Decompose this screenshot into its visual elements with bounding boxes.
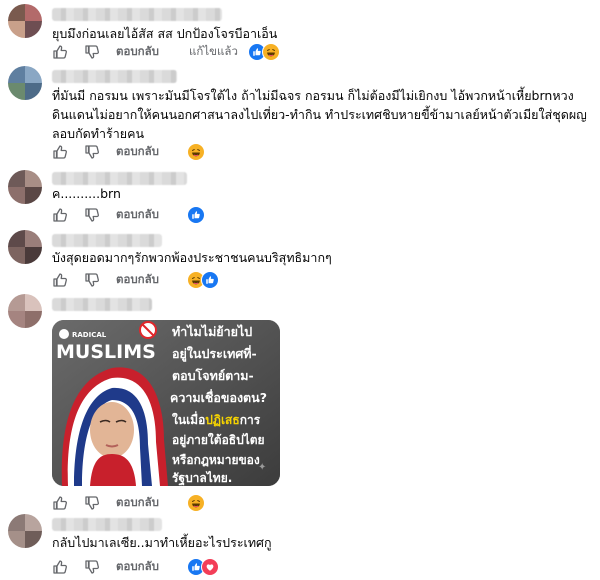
author-name-redacted[interactable]: [52, 234, 162, 247]
thumb-down-icon[interactable]: [84, 207, 100, 223]
thumb-up-icon[interactable]: [52, 272, 68, 288]
author-name-redacted[interactable]: [52, 518, 162, 531]
love-icon: [201, 558, 219, 576]
headline-line: ความเชื่อของตน?: [170, 389, 267, 405]
comment-actions: ตอบกลับ: [52, 558, 219, 576]
comment-text: ยุบมึงก่อนเลยไอ้สัส สส ปกป้องโจรบีอาเอ็น: [52, 26, 278, 41]
reply-button[interactable]: ตอบกลับ: [116, 494, 159, 512]
comment-actions: ตอบกลับ: [52, 143, 205, 161]
highlight-text: ปฏิเสธ: [205, 413, 239, 427]
thumb-down-icon[interactable]: [84, 495, 100, 511]
thumb-down-icon[interactable]: [84, 272, 100, 288]
avatar[interactable]: [8, 170, 42, 204]
reaction-summary[interactable]: [187, 558, 219, 576]
edited-label[interactable]: แก้ไขแล้ว: [189, 43, 238, 61]
comment-actions: ตอบกลับ แก้ไขแล้ว: [52, 43, 280, 61]
headline-line: อยู่ในประเทศที่-: [172, 345, 257, 362]
avatar[interactable]: [8, 66, 42, 100]
comment-text: กลับไปมาเลเซีย..มาทำเหี้ยอะไรประเทศกู: [52, 535, 272, 550]
body-text: ในเมื่อ: [172, 411, 205, 427]
avatar[interactable]: [8, 294, 42, 328]
reaction-summary[interactable]: [187, 271, 219, 289]
body-text: อยู่ภายใต้อธิปไตย: [172, 432, 265, 448]
haha-icon: [187, 494, 205, 512]
body-text: การ: [240, 413, 261, 427]
thumb-up-icon[interactable]: [52, 44, 68, 60]
comment-text: ค..........brn: [52, 186, 121, 201]
comment-text: บังสุดยอดมากๆรักพวกพ้องประชาชนคนบริสุทธิ…: [52, 250, 332, 265]
comment-actions: ตอบกลับ: [52, 494, 205, 512]
haha-icon: [261, 43, 280, 61]
body-text: หรือกฎหมายของ: [172, 453, 260, 467]
thumb-up-icon[interactable]: [52, 207, 68, 223]
thumb-down-icon[interactable]: [84, 559, 100, 575]
avatar[interactable]: [8, 4, 42, 38]
like-icon: [201, 271, 219, 289]
body-text: รัฐบาลไทย.: [172, 470, 232, 486]
author-name-redacted[interactable]: [52, 8, 222, 21]
reply-button[interactable]: ตอบกลับ: [116, 43, 159, 61]
avatar[interactable]: [8, 230, 42, 264]
like-icon: [187, 206, 205, 224]
sparkle-icon: ✦: [258, 462, 266, 473]
author-name-redacted[interactable]: [52, 70, 177, 83]
comment-actions: ตอบกลับ: [52, 271, 219, 289]
headline-line: ตอบโจทย์ตาม-: [172, 368, 254, 383]
headline-line: ทำไมไม่ย้ายไป: [172, 324, 252, 339]
reaction-summary[interactable]: [187, 206, 205, 224]
reply-button[interactable]: ตอบกลับ: [116, 206, 159, 224]
author-name-redacted[interactable]: [52, 298, 152, 311]
thumb-down-icon[interactable]: [84, 44, 100, 60]
thumb-up-icon[interactable]: [52, 559, 68, 575]
thumb-up-icon[interactable]: [52, 144, 68, 160]
thumb-down-icon[interactable]: [84, 144, 100, 160]
reaction-summary[interactable]: [247, 43, 280, 61]
reply-button[interactable]: ตอบกลับ: [116, 143, 159, 161]
comment-text: ที่มันมี กอรมน เพราะมันมีโจรใต้ไง ถ้าไม่…: [52, 88, 587, 141]
reply-button[interactable]: ตอบกลับ: [116, 271, 159, 289]
logo-top-text: RADICAL: [72, 331, 107, 339]
comment-actions: ตอบกลับ: [52, 206, 205, 224]
reaction-summary[interactable]: [187, 143, 205, 161]
haha-icon: [187, 143, 205, 161]
comment-image[interactable]: RADICAL MUSLIMS ทำไมไม่ย้ายไป อยู่ในประเ…: [52, 320, 280, 486]
avatar[interactable]: [8, 514, 42, 548]
logo-main-text: MUSLIMS: [56, 341, 156, 363]
reply-button[interactable]: ตอบกลับ: [116, 558, 159, 576]
thumb-up-icon[interactable]: [52, 495, 68, 511]
reaction-summary[interactable]: [187, 494, 205, 512]
